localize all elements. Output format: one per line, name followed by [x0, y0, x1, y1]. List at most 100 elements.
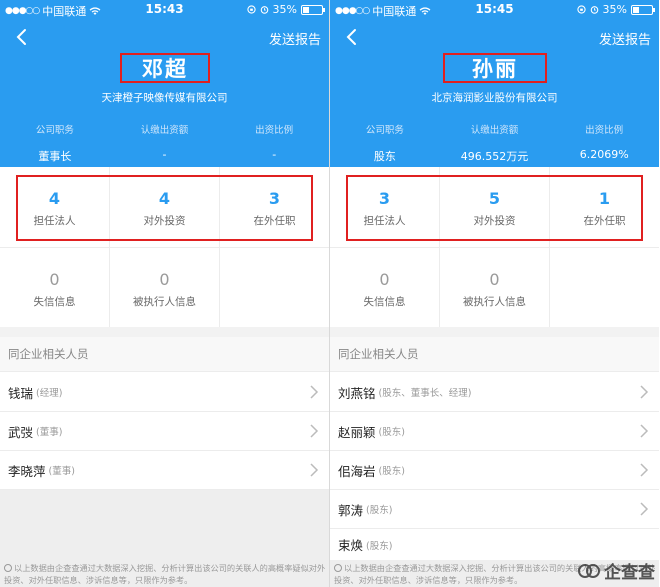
stat-value: 5: [488, 189, 501, 208]
stat-investments[interactable]: 5 对外投资: [440, 167, 550, 247]
related-person-row[interactable]: 刘燕铭 (股东、董事长、经理): [330, 373, 659, 412]
stat-label: 对外投资: [143, 215, 186, 227]
person-row-name: 赵丽颖: [338, 424, 376, 440]
stat-value: 0: [159, 270, 170, 289]
stat-value: 0: [49, 270, 60, 289]
phone-screen-left: ●●●○○ 中国联通 15:43 35% 发送报告 邓超 天津橙子映像传媒有限公…: [0, 0, 329, 587]
meta-label: 公司职务: [365, 125, 404, 136]
meta-value: 496.552万元: [460, 150, 529, 163]
person-row-name: 佀海岩: [338, 463, 376, 479]
chevron-right-icon: [640, 502, 649, 516]
company-name: 天津橙子映像传媒有限公司: [101, 92, 228, 104]
meta-label: 认缴出资额: [140, 125, 189, 136]
person-row-name: 刘燕铭: [338, 385, 376, 401]
related-person-row[interactable]: 武弢 (董事): [0, 412, 329, 451]
send-report-button[interactable]: 发送报告: [599, 29, 651, 48]
section-title: 同企业相关人员: [330, 337, 659, 372]
meta-label: 认缴出资额: [470, 125, 519, 136]
stat-label: 担任法人: [33, 215, 76, 227]
meta-value: 股东: [373, 150, 396, 163]
related-person-row[interactable]: 赵丽颖 (股东): [330, 412, 659, 451]
chevron-right-icon: [640, 463, 649, 477]
lock-rotation-icon: [246, 5, 256, 14]
stat-label: 失信信息: [363, 296, 406, 308]
phone-screen-right: ●●●○○ 中国联通 15:45 35% 发送报告 孙丽 北京海润影业股份有限公…: [330, 0, 659, 587]
person-row-name: 郭涛: [338, 502, 364, 518]
stat-dishonest[interactable]: 0 失信信息: [0, 248, 110, 327]
stat-label: 被执行人信息: [133, 296, 196, 308]
section-spacer: [0, 327, 329, 337]
stat-value: 1: [598, 189, 611, 208]
position-info: 公司职务 董事长 认缴出资额 - 出资比例 -: [0, 122, 329, 164]
alarm-icon: [590, 6, 598, 14]
stat-legal-rep[interactable]: 4 担任法人: [0, 167, 110, 247]
chevron-right-icon: [310, 424, 319, 438]
stat-executed[interactable]: 0 被执行人信息: [440, 248, 550, 327]
person-row-role: (董事): [36, 427, 63, 438]
stat-label: 担任法人: [363, 215, 406, 227]
meta-label: 出资比例: [255, 125, 294, 136]
person-row-name: 束焕: [338, 538, 364, 553]
person-row-name: 武弢: [8, 424, 34, 440]
send-report-button[interactable]: 发送报告: [269, 29, 321, 48]
stat-external-roles[interactable]: 3 在外任职: [220, 167, 329, 247]
person-row-role: (股东): [378, 427, 405, 438]
stats-row: 3 担任法人 5 对外投资 1 在外任职: [330, 167, 659, 247]
disclaimer-text: 以上数据由企查查通过大数据深入挖掘、分析计算出该公司的关联人的高概率疑似对外投资…: [4, 563, 326, 585]
stat-external-roles[interactable]: 1 在外任职: [550, 167, 659, 247]
battery-percent: 35%: [602, 3, 627, 16]
person-name: 邓超: [142, 57, 188, 81]
chevron-left-icon[interactable]: [342, 27, 362, 47]
info-icon: [4, 564, 12, 572]
stat-label: 被执行人信息: [463, 296, 526, 308]
meta-value: -: [162, 148, 167, 161]
chevron-right-icon: [640, 424, 649, 438]
company-name: 北京海润影业股份有限公司: [431, 92, 558, 104]
related-person-row[interactable]: 钱瑞 (经理): [0, 373, 329, 412]
person-row-role: (股东): [366, 540, 393, 552]
stat-dishonest[interactable]: 0 失信信息: [330, 248, 440, 327]
meta-value: -: [272, 148, 277, 161]
person-row-role: (经理): [36, 388, 63, 399]
stat-value: 0: [489, 270, 500, 289]
lock-rotation-icon: [576, 5, 586, 14]
stat-executed[interactable]: 0 被执行人信息: [110, 248, 220, 327]
chevron-left-icon[interactable]: [12, 27, 32, 47]
section-title: 同企业相关人员: [0, 337, 329, 372]
stat-label: 在外任职: [253, 215, 296, 227]
person-row-role: (股东、董事长、经理): [378, 388, 472, 399]
related-person-row[interactable]: 郭涛 (股东): [330, 490, 659, 529]
stats-row: 4 担任法人 4 对外投资 3 在外任职: [0, 167, 329, 247]
stat-legal-rep[interactable]: 3 担任法人: [330, 167, 440, 247]
related-person-row[interactable]: 佀海岩 (股东): [330, 451, 659, 490]
profile-header: ●●●○○ 中国联通 15:45 35% 发送报告 孙丽 北京海润影业股份有限公…: [330, 0, 659, 167]
battery-level: [303, 6, 309, 13]
risk-stats-row: 0 失信信息 0 被执行人信息: [330, 247, 659, 327]
chevron-right-icon: [310, 385, 319, 399]
status-bar: ●●●○○ 中国联通 15:43 35%: [0, 0, 329, 20]
stat-label: 在外任职: [583, 215, 626, 227]
stat-value: 4: [158, 189, 171, 208]
battery-percent: 35%: [272, 3, 297, 16]
disclaimer: 以上数据由企查查通过大数据深入挖掘、分析计算出该公司的关联人的高概率疑似对外投资…: [0, 560, 329, 587]
risk-stats-row: 0 失信信息 0 被执行人信息: [0, 247, 329, 327]
battery-level: [633, 6, 639, 13]
watermark-logo-icon: [578, 563, 600, 578]
stat-empty: [220, 248, 329, 327]
stat-investments[interactable]: 4 对外投资: [110, 167, 220, 247]
meta-label: 出资比例: [585, 125, 624, 136]
person-row-name: 钱瑞: [8, 385, 34, 401]
chevron-right-icon: [310, 463, 319, 477]
stat-empty: [550, 248, 659, 327]
meta-value: 6.2069%: [579, 148, 629, 161]
person-row-name: 李晓萍: [8, 463, 46, 479]
stat-value: 3: [268, 189, 281, 208]
battery-icon: [631, 4, 655, 15]
status-bar: ●●●○○ 中国联通 15:45 35%: [330, 0, 659, 20]
person-row-role: (董事): [48, 466, 75, 477]
related-person-row[interactable]: 李晓萍 (董事): [0, 451, 329, 490]
meta-label: 公司职务: [35, 125, 74, 136]
screenshot-comparison: ●●●○○ 中国联通 15:43 35% 发送报告 邓超 天津橙子映像传媒有限公…: [0, 0, 660, 587]
related-person-row[interactable]: 束焕 (股东): [330, 529, 659, 560]
name-highlight-box: 孙丽: [443, 53, 547, 83]
